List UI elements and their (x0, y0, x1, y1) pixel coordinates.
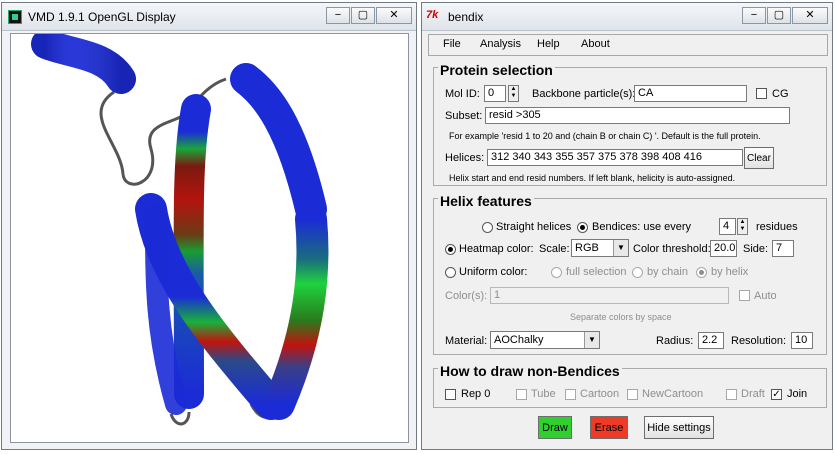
every-spinner[interactable]: ▲ ▼ (737, 218, 748, 235)
cartoon-label: Cartoon (580, 388, 620, 400)
full-selection-radio[interactable] (551, 267, 562, 278)
full-selection-label: full selection (566, 266, 627, 278)
straight-helices-label: Straight helices (496, 221, 572, 233)
mol-id-spinner[interactable]: ▲ ▼ (508, 85, 519, 102)
chevron-down-icon: ▼ (584, 332, 599, 348)
helices-hint: Helix start and end resid numbers. If le… (449, 173, 736, 183)
radius-label: Radius: (656, 335, 694, 347)
loop-coil (99, 90, 187, 186)
tube-checkbox[interactable] (516, 389, 527, 400)
menu-bar: File Analysis Help About (428, 34, 828, 56)
helix-top-right (230, 63, 327, 225)
backbone-label: Backbone particle(s): (532, 88, 636, 100)
erase-button[interactable]: Erase (590, 416, 628, 439)
colors-label: Color(s): (445, 290, 488, 302)
minimize-button[interactable]: − (326, 7, 350, 24)
straight-helices-radio[interactable] (482, 222, 493, 233)
auto-label: Auto (754, 290, 777, 302)
helix-center (173, 94, 211, 409)
draft-checkbox[interactable] (726, 389, 737, 400)
by-helix-radio[interactable] (696, 267, 707, 278)
heatmap-label: Heatmap color: (459, 243, 534, 255)
tk-feather-icon: 7k (426, 9, 439, 21)
newcartoon-label: NewCartoon (642, 388, 704, 400)
bendix-titlebar[interactable]: 7k bendix − ▢ ✕ (422, 3, 832, 31)
cg-checkbox[interactable] (756, 88, 767, 99)
section-title: How to draw non-Bendices (438, 363, 622, 379)
colors-field[interactable]: 1 (490, 287, 729, 304)
helix-features-section: Helix features Straight helices Bendices… (433, 193, 827, 355)
chevron-down-icon: ▼ (613, 240, 628, 256)
vmd-app-icon (8, 10, 22, 24)
vmd-window: VMD 1.9.1 OpenGL Display − ▢ ✕ (1, 2, 417, 450)
close-button[interactable]: ✕ (376, 7, 412, 24)
draw-button[interactable]: Draw (538, 416, 572, 439)
menu-analysis[interactable]: Analysis (480, 38, 521, 50)
by-helix-label: by helix (711, 266, 749, 278)
by-chain-radio[interactable] (632, 267, 643, 278)
draft-label: Draft (741, 388, 765, 400)
helices-label: Helices: (445, 152, 485, 164)
by-chain-label: by chain (647, 266, 688, 278)
newcartoon-checkbox[interactable] (627, 389, 638, 400)
helix-right (263, 203, 329, 420)
radius-field[interactable]: 2.2 (698, 332, 724, 349)
auto-checkbox[interactable] (739, 290, 750, 301)
colors-hint: Separate colors by space (570, 312, 672, 322)
scale-value: RGB (575, 242, 599, 254)
maximize-button[interactable]: ▢ (351, 7, 375, 24)
every-field[interactable]: 4 (719, 218, 736, 235)
subset-label: Subset: (445, 110, 483, 122)
heatmap-radio[interactable] (445, 244, 456, 255)
mol-id-field[interactable]: 0 (484, 85, 506, 102)
material-value: AOChalky (494, 334, 544, 346)
rep0-checkbox[interactable] (445, 389, 456, 400)
subset-field[interactable]: resid >305 (485, 107, 790, 124)
hide-settings-button[interactable]: Hide settings (644, 416, 714, 439)
resolution-label: Resolution: (731, 335, 787, 347)
uniform-color-radio[interactable] (445, 267, 456, 278)
subset-hint: For example 'resid 1 to 20 and (chain B … (449, 131, 761, 141)
cg-label: CG (772, 88, 789, 100)
mol-id-label: Mol ID: (445, 88, 480, 100)
vmd-titlebar[interactable]: VMD 1.9.1 OpenGL Display − ▢ ✕ (2, 3, 416, 31)
uniform-color-label: Uniform color: (459, 266, 528, 278)
bendix-window-title: bendix (448, 10, 484, 24)
minimize-button[interactable]: − (742, 7, 766, 24)
rep0-label: Rep 0 (461, 388, 491, 400)
residues-label: residues (756, 221, 798, 233)
join-label: Join (787, 388, 808, 400)
side-field[interactable]: 7 (772, 240, 794, 257)
menu-about[interactable]: About (581, 38, 610, 50)
section-title: Helix features (438, 193, 534, 209)
close-button[interactable]: ✕ (792, 7, 828, 24)
bendix-window: 7k bendix − ▢ ✕ File Analysis Help About… (421, 2, 833, 450)
scale-label: Scale: (539, 243, 570, 255)
helices-field[interactable]: 312 340 343 355 357 375 378 398 408 416 (487, 149, 743, 166)
threshold-label: Color threshold: (633, 243, 711, 255)
material-label: Material: (445, 335, 488, 347)
non-bendices-section: How to draw non-Bendices Rep 0 Tube Cart… (433, 363, 827, 408)
maximize-button[interactable]: ▢ (767, 7, 791, 24)
join-checkbox[interactable]: ✓ (771, 389, 782, 400)
cartoon-checkbox[interactable] (565, 389, 576, 400)
tube-label: Tube (531, 388, 556, 400)
threshold-field[interactable]: 20.0 (710, 240, 737, 257)
material-dropdown[interactable]: AOChalky ▼ (490, 331, 600, 349)
section-title: Protein selection (438, 62, 555, 78)
bendices-label: Bendices: use every (592, 221, 692, 233)
protein-selection-section: Protein selection Mol ID: 0 ▲ ▼ Backbone … (433, 62, 827, 186)
menu-help[interactable]: Help (537, 38, 560, 50)
helix-render (31, 34, 329, 426)
vmd-window-title: VMD 1.9.1 OpenGL Display (28, 10, 176, 24)
side-label: Side: (743, 243, 769, 255)
resolution-field[interactable]: 10 (791, 332, 813, 349)
opengl-display-canvas[interactable] (10, 33, 409, 443)
bendices-radio[interactable] (577, 222, 588, 233)
clear-button[interactable]: Clear (744, 147, 774, 169)
backbone-field[interactable]: CA (634, 85, 747, 102)
menu-file[interactable]: File (443, 38, 461, 50)
scale-dropdown[interactable]: RGB ▼ (571, 239, 629, 257)
